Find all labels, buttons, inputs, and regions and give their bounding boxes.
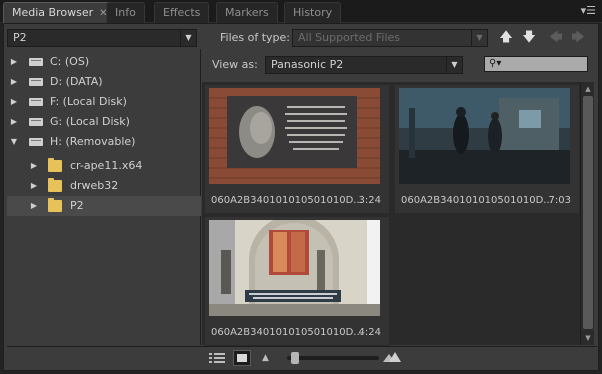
move-down-icon[interactable]: 🡇 [521,30,537,46]
tab-label: Effects [163,6,201,19]
clip-thumbnail[interactable] [209,220,380,316]
clip-thumbnail[interactable] [399,88,570,184]
tab-effects[interactable]: Effects [154,2,210,23]
collapse-arrow-icon[interactable]: ▼ [9,132,19,152]
icon-view-icon[interactable] [233,350,251,366]
tab-info[interactable]: Info [106,2,145,23]
tree-item-label: C: (OS) [50,55,90,68]
tree-item-folder-drweb32[interactable]: ▶ drweb32 [7,176,201,196]
move-up-icon[interactable]: 🡅 [498,30,514,46]
zoom-out-icon[interactable]: ▲ [262,353,269,363]
clip-item[interactable]: 060A2B340101010501010D... 3:24 [204,84,390,214]
drive-icon [29,98,43,106]
clip-duration: 7:03 [548,195,571,206]
search-input[interactable]: ⚲▾ [484,56,588,72]
expand-arrow-icon[interactable]: ▶ [9,112,19,132]
tree-item-g-drive[interactable]: ▶ G: (Local Disk) [7,112,201,132]
view-as-bar: View as: Panasonic P2 ▼ ⚲▾ [202,49,596,79]
files-of-type-label: Files of type: [220,31,291,44]
tab-label: Info [115,6,136,19]
expand-arrow-icon[interactable]: ▶ [9,72,19,92]
folder-icon [48,158,62,172]
location-value: P2 [13,31,27,44]
scrollbar-thumb[interactable] [583,96,593,329]
chevron-down-icon: ▼ [446,57,462,73]
clip-caption: 060A2B340101010501010D... 4:24 [211,327,387,341]
tree-item-label: P2 [70,199,84,212]
forward-arrow-icon[interactable]: 🡆 [570,30,586,46]
tab-label: Media Browser [12,6,94,19]
view-as-dropdown[interactable]: Panasonic P2 ▼ [265,56,463,74]
media-browser-panel: P2 ▼ Files of type: All Supported Files … [3,23,599,371]
tab-markers[interactable]: Markers [216,2,278,23]
view-as-label: View as: [212,58,258,71]
clip-name: 060A2B340101010501010D... [401,195,553,206]
tree-item-c-drive[interactable]: ▶ C: (OS) [7,52,201,72]
folder-icon [48,178,62,192]
clip-item[interactable]: 060A2B340101010501010D... 4:24 [204,216,390,346]
tree-item-label: drweb32 [70,179,119,192]
search-icon: ⚲▾ [489,58,502,69]
panel-menu-icon[interactable]: ▾☰ [581,4,596,17]
location-dropdown[interactable]: P2 ▼ [7,29,197,47]
tree-item-label: G: (Local Disk) [50,115,130,128]
back-arrow-icon[interactable]: 🡄 [548,30,564,46]
folder-tree: ▶ C: (OS) ▶ D: (DATA) ▶ F: (Local Disk) … [7,49,201,345]
expand-arrow-icon[interactable]: ▶ [9,92,19,112]
expand-arrow-icon[interactable]: ▶ [29,196,39,216]
chevron-down-icon: ▼ [471,30,487,46]
bottom-toolbar: ▲ [7,346,597,368]
expand-arrow-icon[interactable]: ▶ [9,52,19,72]
zoom-slider[interactable] [287,356,379,360]
zoom-in-icon[interactable] [383,351,401,366]
clip-name: 060A2B340101010501010D... [211,327,363,338]
list-view-icon[interactable] [209,351,225,365]
drive-icon [29,138,43,146]
panel-tab-bar: Media Browser ✕ Info Effects Markers Hist… [0,0,602,23]
files-of-type-value: All Supported Files [298,31,401,44]
drive-icon [29,78,43,86]
clip-grid: 060A2B340101010501010D... 3:24 060A2B340… [202,82,592,346]
scroll-up-arrow-icon[interactable]: ▲ [582,83,594,95]
tree-item-label: cr-ape11.x64 [70,159,143,172]
tree-item-label: F: (Local Disk) [50,95,127,108]
tab-label: History [293,6,333,19]
expand-arrow-icon[interactable]: ▶ [29,156,39,176]
tab-label: Markers [225,6,269,19]
scroll-down-arrow-icon[interactable]: ▼ [582,332,594,344]
drive-icon [29,58,43,66]
chevron-down-icon: ▼ [180,30,196,46]
view-as-value: Panasonic P2 [271,58,344,71]
folder-icon [48,198,62,212]
tree-item-label: H: (Removable) [50,135,136,148]
tree-item-h-drive[interactable]: ▼ H: (Removable) [7,132,201,152]
clip-caption: 060A2B340101010501010D... 3:24 [211,195,387,209]
clip-item[interactable]: 060A2B340101010501010D... 7:03 [394,84,580,214]
tree-item-label: D: (DATA) [50,75,103,88]
tree-item-d-drive[interactable]: ▶ D: (DATA) [7,72,201,92]
drive-icon [29,118,43,126]
expand-arrow-icon[interactable]: ▶ [29,176,39,196]
tree-item-folder-cr-ape11[interactable]: ▶ cr-ape11.x64 [7,156,201,176]
tab-media-browser[interactable]: Media Browser ✕ [3,2,117,23]
zoom-slider-knob[interactable] [291,352,300,364]
clip-thumbnail[interactable] [209,88,380,184]
clip-name: 060A2B340101010501010D... [211,195,363,206]
clip-caption: 060A2B340101010501010D... 7:03 [401,195,577,209]
tree-item-f-drive[interactable]: ▶ F: (Local Disk) [7,92,201,112]
files-of-type-dropdown[interactable]: All Supported Files ▼ [292,29,488,47]
vertical-scrollbar[interactable]: ▲ ▼ [580,82,594,345]
clip-duration: 3:24 [358,195,381,206]
tab-history[interactable]: History [284,2,342,23]
clip-duration: 4:24 [358,327,381,338]
tree-item-folder-p2[interactable]: ▶ P2 [7,196,201,216]
